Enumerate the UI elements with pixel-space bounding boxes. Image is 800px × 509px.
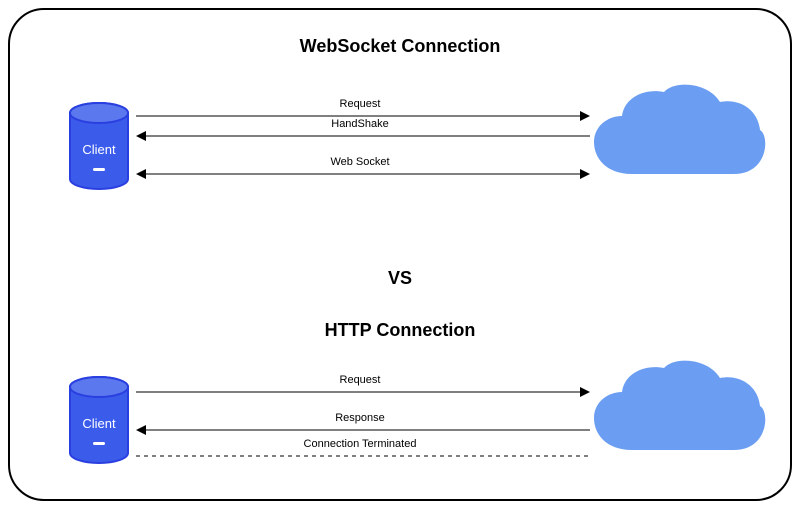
- client-label-bottom: Client: [82, 416, 115, 431]
- ws-websocket-arrow: [136, 168, 590, 180]
- ws-request-label: Request: [340, 98, 381, 110]
- ws-handshake-arrow: [136, 130, 590, 142]
- http-terminated-line: [136, 450, 590, 462]
- server-cloud-icon-bottom: [588, 360, 768, 472]
- server-cloud-icon-top: [588, 84, 768, 196]
- http-request-arrow: [136, 386, 590, 398]
- ws-handshake-label: HandShake: [331, 118, 389, 130]
- http-response-arrow: [136, 424, 590, 436]
- http-request-label: Request: [340, 374, 381, 386]
- client-icon-top: Client: [68, 102, 130, 190]
- diagram-frame: WebSocket Connection Client Request Hand…: [8, 8, 792, 501]
- vs-label: VS: [388, 268, 412, 289]
- client-icon-bottom: Client: [68, 376, 130, 464]
- ws-websocket-label: Web Socket: [330, 156, 389, 168]
- http-title: HTTP Connection: [325, 320, 476, 341]
- http-response-label: Response: [335, 412, 385, 424]
- client-label-top: Client: [82, 142, 115, 157]
- http-terminated-label: Connection Terminated: [304, 438, 417, 450]
- websocket-title: WebSocket Connection: [300, 36, 501, 57]
